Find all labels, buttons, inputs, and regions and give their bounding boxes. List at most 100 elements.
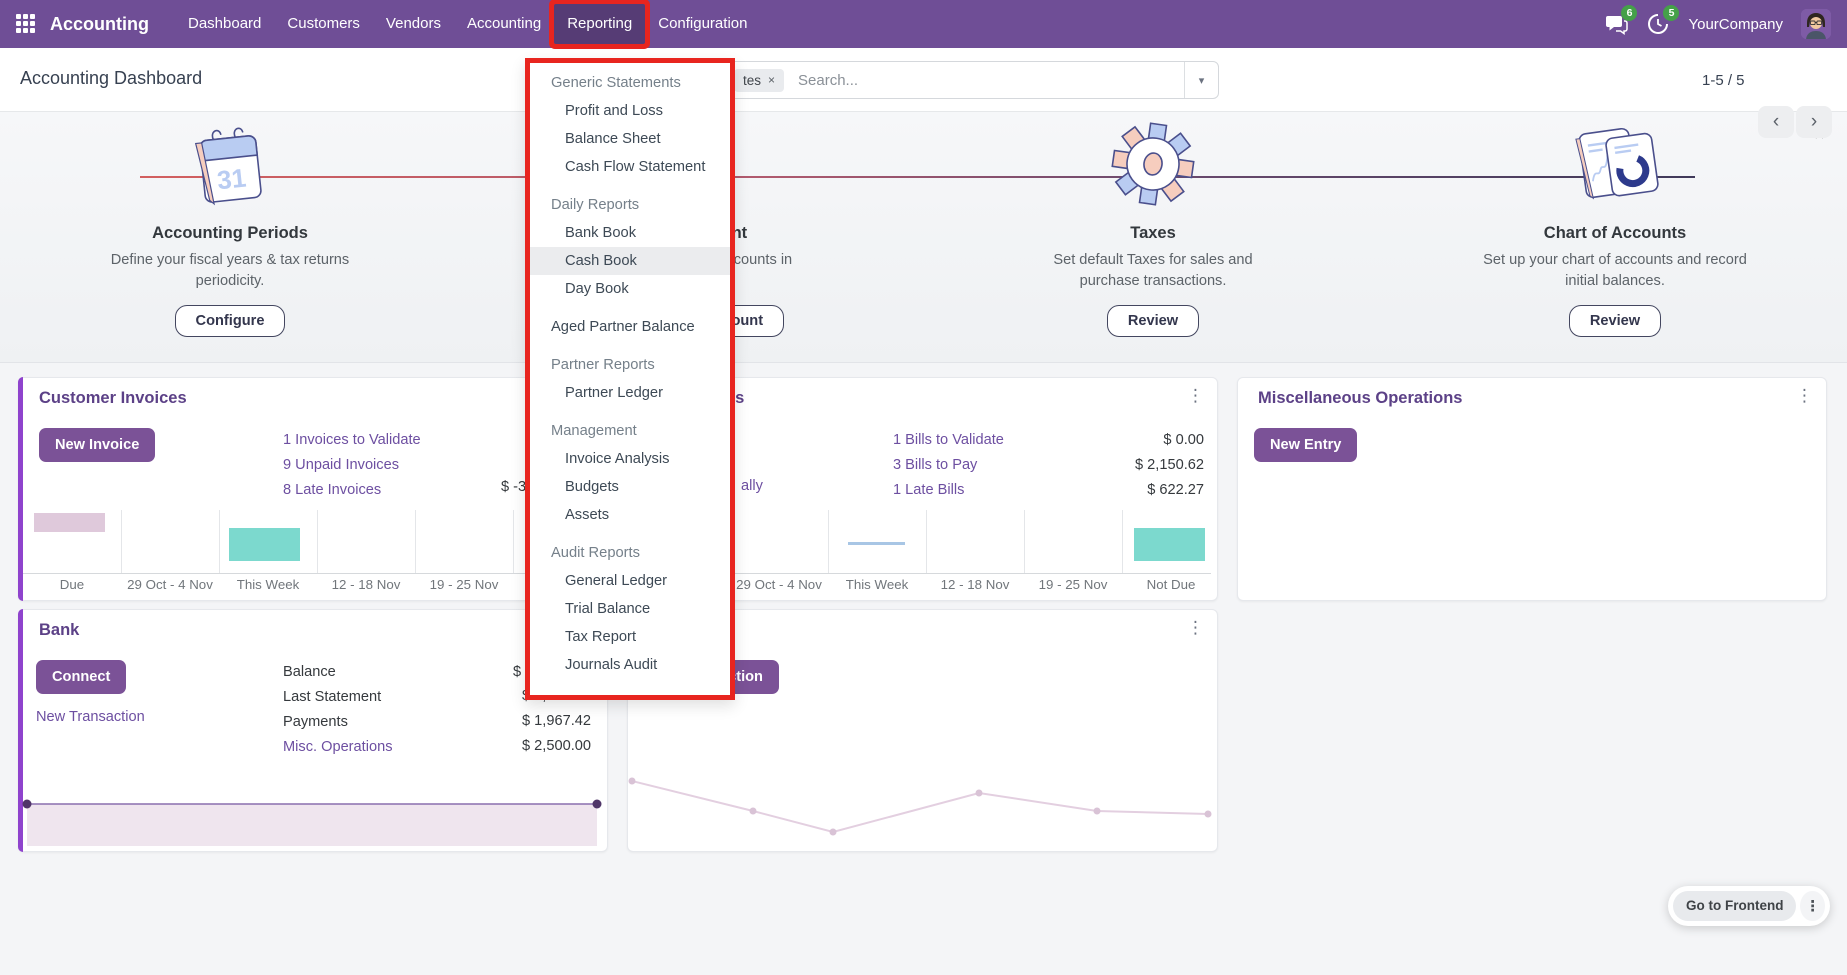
x-label: This Week bbox=[846, 577, 909, 592]
menu-header-daily-reports: Daily Reports bbox=[530, 191, 730, 219]
customer-invoices-bar-chart bbox=[23, 510, 601, 574]
new-invoice-button[interactable]: New Invoice bbox=[39, 428, 155, 462]
onboarding-step-accounting-periods: 31 Accounting Periods Define your fiscal… bbox=[70, 112, 390, 337]
new-entry-button[interactable]: New Entry bbox=[1254, 428, 1357, 462]
x-label: Not Due bbox=[1147, 577, 1196, 592]
card-title[interactable]: Miscellaneous Operations bbox=[1258, 389, 1462, 408]
bills-to-validate-link[interactable]: 1 Bills to Validate bbox=[893, 432, 1004, 448]
bar-due bbox=[34, 513, 105, 532]
chart-x-labels: Due 29 Oct - 4 Nov This Week 12 - 18 Nov… bbox=[23, 577, 611, 595]
bar-not-due bbox=[1134, 528, 1205, 561]
x-label: Due bbox=[60, 577, 84, 592]
nav-item-customers[interactable]: Customers bbox=[274, 0, 373, 48]
menu-item-invoice-analysis[interactable]: Invoice Analysis bbox=[530, 445, 730, 473]
menu-item-journals-audit[interactable]: Journals Audit bbox=[530, 651, 730, 679]
breadcrumb-title: Accounting Dashboard bbox=[20, 68, 202, 89]
menu-item-aged-partner-balance[interactable]: Aged Partner Balance bbox=[530, 313, 730, 341]
svg-text:31: 31 bbox=[216, 162, 248, 195]
menu-item-cash-flow-statement[interactable]: Cash Flow Statement bbox=[530, 153, 730, 181]
search-options-toggle[interactable]: ▾ bbox=[1184, 62, 1218, 98]
menu-header-audit-reports: Audit Reports bbox=[530, 539, 730, 567]
bank-balance-area-chart bbox=[19, 610, 609, 853]
x-label: 19 - 25 Nov bbox=[430, 577, 499, 592]
onboarding-step-chart-of-accounts: Chart of Accounts Set up your chart of a… bbox=[1455, 112, 1775, 337]
menu-item-partner-ledger[interactable]: Partner Ledger bbox=[530, 379, 730, 407]
bar-this-week-small bbox=[848, 542, 905, 545]
invoices-to-validate-link[interactable]: 1 Invoices to Validate bbox=[283, 432, 421, 448]
app-brand[interactable]: Accounting bbox=[50, 14, 149, 35]
step-description: Define your fiscal years & tax returns p… bbox=[105, 250, 355, 292]
messages-badge: 6 bbox=[1621, 5, 1637, 21]
apps-grid-icon[interactable] bbox=[16, 14, 36, 34]
card-miscellaneous-operations: Miscellaneous Operations ⋮ New Entry bbox=[1237, 377, 1827, 601]
step-description: Set default Taxes for sales and purchase… bbox=[1023, 250, 1283, 292]
step-title: Chart of Accounts bbox=[1455, 224, 1775, 243]
unpaid-invoices-link[interactable]: 9 Unpaid Invoices bbox=[283, 457, 421, 473]
activity-clock-icon[interactable]: 5 bbox=[1646, 12, 1670, 36]
calendar-icon: 31 bbox=[70, 112, 390, 216]
accounting-dashboard-screen: Accounting Dashboard Customers Vendors A… bbox=[0, 0, 1847, 975]
chevron-down-icon: ▾ bbox=[1199, 74, 1205, 87]
search-facet: tes × bbox=[734, 69, 784, 92]
kebab-menu-icon[interactable]: ⋮ bbox=[1796, 386, 1814, 406]
pager-range: 1-5 / 5 bbox=[1702, 72, 1745, 89]
facet-remove-icon[interactable]: × bbox=[768, 73, 775, 87]
control-panel: Accounting Dashboard tes × Search... ▾ 1… bbox=[0, 48, 1847, 112]
menu-item-tax-report[interactable]: Tax Report bbox=[530, 623, 730, 651]
x-label: 29 Oct - 4 Nov bbox=[127, 577, 213, 592]
nav-item-dashboard[interactable]: Dashboard bbox=[175, 0, 274, 48]
menu-item-balance-sheet[interactable]: Balance Sheet bbox=[530, 125, 730, 153]
bills-to-validate-amount: $ 0.00 bbox=[1163, 432, 1204, 448]
menu-header-generic-statements: Generic Statements bbox=[530, 69, 730, 97]
purchase-link-fragment[interactable]: ally bbox=[741, 478, 763, 494]
late-invoices-amount: $ -3 bbox=[501, 479, 526, 495]
menu-header-management: Management bbox=[530, 417, 730, 445]
configure-button[interactable]: Configure bbox=[175, 305, 286, 337]
gear-icon bbox=[993, 112, 1313, 216]
go-to-frontend-button[interactable]: Go to Frontend bbox=[1673, 891, 1796, 921]
bar-this-week bbox=[229, 528, 300, 561]
facet-label: tes bbox=[743, 73, 761, 88]
menu-item-day-book[interactable]: Day Book bbox=[530, 275, 730, 303]
nav-item-accounting[interactable]: Accounting bbox=[454, 0, 554, 48]
top-navbar: Accounting Dashboard Customers Vendors A… bbox=[0, 0, 1847, 48]
pager-next-button[interactable]: › bbox=[1796, 106, 1832, 138]
pager-previous-button[interactable]: ‹ bbox=[1758, 106, 1794, 138]
onboarding-step-taxes: Taxes Set default Taxes for sales and pu… bbox=[993, 112, 1313, 337]
search-bar[interactable]: tes × Search... ▾ bbox=[707, 61, 1219, 99]
bills-to-pay-amount: $ 2,150.62 bbox=[1135, 457, 1204, 473]
step-title: Taxes bbox=[993, 224, 1313, 243]
menu-item-cash-book[interactable]: Cash Book bbox=[530, 247, 730, 275]
late-bills-amount: $ 622.27 bbox=[1147, 482, 1204, 498]
step-title: Accounting Periods bbox=[70, 224, 390, 243]
x-label: 12 - 18 Nov bbox=[332, 577, 401, 592]
card-bank: Bank Connect New Transaction Balance Las… bbox=[18, 609, 608, 852]
menu-header-partner-reports: Partner Reports bbox=[530, 351, 730, 379]
nav-item-configuration[interactable]: Configuration bbox=[645, 0, 760, 48]
card-title[interactable]: Customer Invoices bbox=[39, 389, 187, 408]
x-label: 19 - 25 Nov bbox=[1039, 577, 1108, 592]
menu-item-bank-book[interactable]: Bank Book bbox=[530, 219, 730, 247]
kebab-menu-icon[interactable]: ⋮ bbox=[1187, 386, 1205, 406]
late-bills-link[interactable]: 1 Late Bills bbox=[893, 482, 1004, 498]
chart-donut-icon bbox=[1455, 112, 1775, 216]
review-taxes-button[interactable]: Review bbox=[1107, 305, 1199, 337]
nav-item-reporting[interactable]: Reporting bbox=[554, 4, 645, 44]
fab-more-options-icon[interactable]: ⋮ bbox=[1800, 891, 1825, 921]
card-customer-invoices: Customer Invoices New Invoice 1 Invoices… bbox=[18, 377, 608, 601]
search-input[interactable]: Search... bbox=[798, 72, 1184, 89]
company-switcher[interactable]: YourCompany bbox=[1688, 16, 1783, 33]
late-invoices-link[interactable]: 8 Late Invoices bbox=[283, 482, 421, 498]
menu-item-assets[interactable]: Assets bbox=[530, 501, 730, 529]
step-description: Set up your chart of accounts and record… bbox=[1475, 250, 1755, 292]
menu-item-profit-and-loss[interactable]: Profit and Loss bbox=[530, 97, 730, 125]
nav-item-vendors[interactable]: Vendors bbox=[373, 0, 454, 48]
x-label: 12 - 18 Nov bbox=[941, 577, 1010, 592]
menu-item-budgets[interactable]: Budgets bbox=[530, 473, 730, 501]
user-avatar[interactable] bbox=[1801, 9, 1831, 39]
bills-to-pay-link[interactable]: 3 Bills to Pay bbox=[893, 457, 1004, 473]
messages-icon[interactable]: 6 bbox=[1604, 12, 1628, 36]
menu-item-trial-balance[interactable]: Trial Balance bbox=[530, 595, 730, 623]
menu-item-general-ledger[interactable]: General Ledger bbox=[530, 567, 730, 595]
review-chart-of-accounts-button[interactable]: Review bbox=[1569, 305, 1661, 337]
